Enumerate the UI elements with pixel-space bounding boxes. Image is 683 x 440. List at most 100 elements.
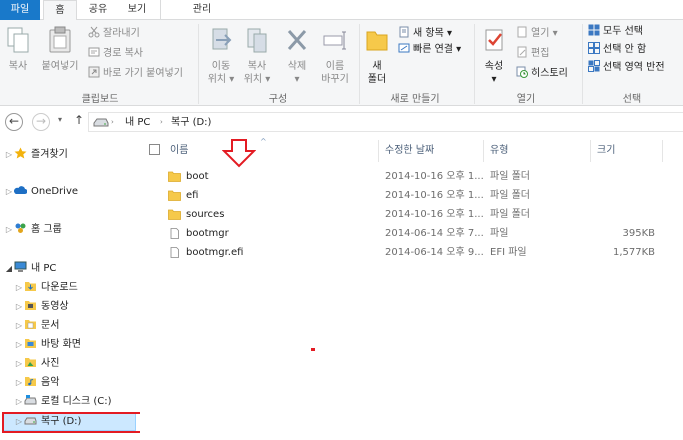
nav-desktop[interactable]: ▷ 바탕 화면 [14, 336, 81, 354]
select-all-checkbox[interactable] [149, 144, 160, 155]
new-folder-label-2: 폴더 [367, 74, 387, 85]
cut-button[interactable]: 잘라내기 [88, 26, 140, 42]
file-type: 파일 [490, 228, 509, 239]
expand-arrow-icon[interactable]: ▷ [14, 393, 24, 411]
select-all-icon [588, 24, 600, 36]
nav-local-disk-c[interactable]: ▷ 로컬 디스크 (C:) [14, 393, 112, 411]
nav-this-pc[interactable]: ◢ 내 PC [4, 260, 56, 278]
nav-recovery-d-label: 복구 (D:) [41, 416, 82, 427]
properties-button[interactable]: 속성 ▾ [478, 26, 510, 86]
paste-button[interactable]: 붙여넣기 [38, 26, 82, 73]
expand-arrow-icon[interactable]: ▷ [14, 374, 24, 392]
history-button[interactable]: 히스토리 [516, 66, 568, 82]
nav-onedrive-label: OneDrive [31, 186, 79, 197]
new-item-button[interactable]: 새 항목 ▾ [398, 26, 452, 42]
nav-downloads-label: 다운로드 [41, 282, 78, 293]
column-header-modified[interactable]: 수정한 날짜 [385, 144, 434, 158]
music-folder-icon [25, 377, 36, 386]
edit-button[interactable]: 편집 [516, 46, 549, 62]
column-divider[interactable] [662, 140, 663, 162]
expand-arrow-icon[interactable]: ▷ [4, 221, 14, 239]
file-size [595, 205, 655, 224]
breadcrumb-this-pc[interactable]: 내 PC [125, 117, 150, 128]
folder-icon [168, 209, 181, 220]
recent-locations-button[interactable]: ▾ [58, 115, 62, 124]
properties-label-2: ▾ [491, 74, 497, 85]
copy-button[interactable]: 복사 [4, 26, 32, 73]
expand-arrow-icon[interactable]: ▷ [14, 279, 24, 297]
group-label-open: 열기 [516, 94, 536, 105]
new-item-icon [399, 26, 409, 38]
downloads-folder-icon [25, 282, 36, 291]
rename-label-2: 바꾸기 [321, 74, 349, 85]
select-all-button[interactable]: 모두 선택 [588, 24, 643, 40]
file-row[interactable]: boot 2014-10-16 오후 1... 파일 폴더 [140, 167, 660, 186]
up-button[interactable]: ↑ [74, 113, 84, 127]
expand-arrow-icon[interactable]: ▷ [14, 355, 24, 373]
nav-onedrive[interactable]: ▷ OneDrive [4, 183, 78, 201]
file-row[interactable]: sources 2014-10-16 오후 1... 파일 폴더 [140, 205, 660, 224]
nav-homegroup[interactable]: ▷ 홈 그룹 [4, 221, 62, 239]
move-to-icon [212, 28, 232, 50]
group-label-select: 선택 [622, 94, 642, 105]
history-label: 히스토리 [531, 68, 568, 79]
column-divider[interactable] [590, 140, 591, 162]
properties-icon [485, 29, 503, 51]
file-row[interactable]: bootmgr 2014-06-14 오후 7... 파일 395KB [140, 224, 660, 243]
file-name: sources [186, 209, 225, 220]
column-divider[interactable] [378, 140, 379, 162]
forward-button[interactable]: → [32, 113, 50, 131]
file-row[interactable]: efi 2014-10-16 오후 1... 파일 폴더 [140, 186, 660, 205]
expand-arrow-icon[interactable]: ▷ [14, 298, 24, 316]
file-name: bootmgr.efi [186, 247, 244, 258]
nav-music[interactable]: ▷ 음악 [14, 374, 59, 392]
open-button[interactable]: 열기 ▾ [516, 26, 558, 42]
tab-file[interactable]: 파일 [0, 0, 40, 20]
column-header-size[interactable]: 크기 [597, 144, 615, 158]
expand-arrow-icon[interactable]: ▷ [14, 317, 24, 335]
invert-selection-button[interactable]: 선택 영역 반전 [588, 60, 665, 76]
nav-documents[interactable]: ▷ 문서 [14, 317, 59, 335]
column-header-name[interactable]: 이름 [170, 144, 188, 158]
new-folder-label-1: 새 [372, 61, 382, 72]
expand-arrow-icon[interactable]: ▷ [4, 146, 14, 164]
breadcrumb-drive-d[interactable]: 복구 (D:) [171, 117, 211, 128]
copy-icon [7, 27, 29, 53]
cut-label: 잘라내기 [103, 28, 140, 39]
easy-access-button[interactable]: 빠른 연결 ▾ [398, 42, 461, 58]
tab-manage[interactable]: 관리 [170, 0, 234, 20]
delete-label-1: 삭제 [287, 61, 307, 72]
address-bar[interactable]: › 내 PC › 복구 (D:) [88, 112, 683, 132]
tab-share[interactable]: 공유 [80, 0, 116, 20]
tab-home[interactable]: 홈 [43, 0, 77, 21]
move-to-button[interactable]: 이동 위치 ▾ [204, 26, 238, 86]
expand-arrow-icon[interactable]: ▷ [4, 183, 14, 201]
expand-arrow-icon[interactable]: ▷ [14, 336, 24, 354]
tab-view[interactable]: 보기 [118, 0, 156, 20]
invert-selection-icon [588, 60, 600, 72]
file-size: 1,577KB [612, 247, 655, 258]
paste-shortcut-button[interactable]: 바로 가기 붙여넣기 [88, 66, 183, 82]
copy-to-button[interactable]: 복사 위치 ▾ [240, 26, 274, 86]
nav-favorites[interactable]: ▷ 즐겨찾기 [4, 146, 68, 164]
drive-icon [93, 118, 109, 127]
nav-pictures[interactable]: ▷ 사진 [14, 355, 59, 373]
select-none-button[interactable]: 선택 안 함 [588, 42, 646, 58]
rename-button[interactable]: 이름 바꾸기 [316, 26, 354, 86]
copy-path-button[interactable]: 경로 복사 [88, 46, 143, 62]
nav-videos[interactable]: ▷ 동영상 [14, 298, 69, 316]
delete-button[interactable]: 삭제 ▾ [281, 26, 313, 86]
sort-arrow-icon: ^ [260, 137, 267, 146]
select-all-label: 모두 선택 [603, 26, 643, 37]
file-row[interactable]: bootmgr.efi 2014-06-14 오후 9... EFI 파일 1,577… [140, 243, 660, 262]
new-folder-button[interactable]: 새 폴더 [362, 26, 392, 86]
column-divider[interactable] [483, 140, 484, 162]
nav-downloads[interactable]: ▷ 다운로드 [14, 279, 78, 297]
expand-arrow-icon[interactable]: ▷ [14, 413, 24, 431]
move-to-label-2: 위치 ▾ [207, 74, 235, 85]
file-modified: 2014-10-16 오후 1... [385, 209, 484, 220]
nav-recovery-d[interactable]: ▷ 복구 (D:) [14, 413, 82, 431]
collapse-arrow-icon[interactable]: ◢ [4, 260, 14, 278]
column-header-type[interactable]: 유형 [490, 144, 508, 158]
back-button[interactable]: ← [5, 113, 23, 131]
